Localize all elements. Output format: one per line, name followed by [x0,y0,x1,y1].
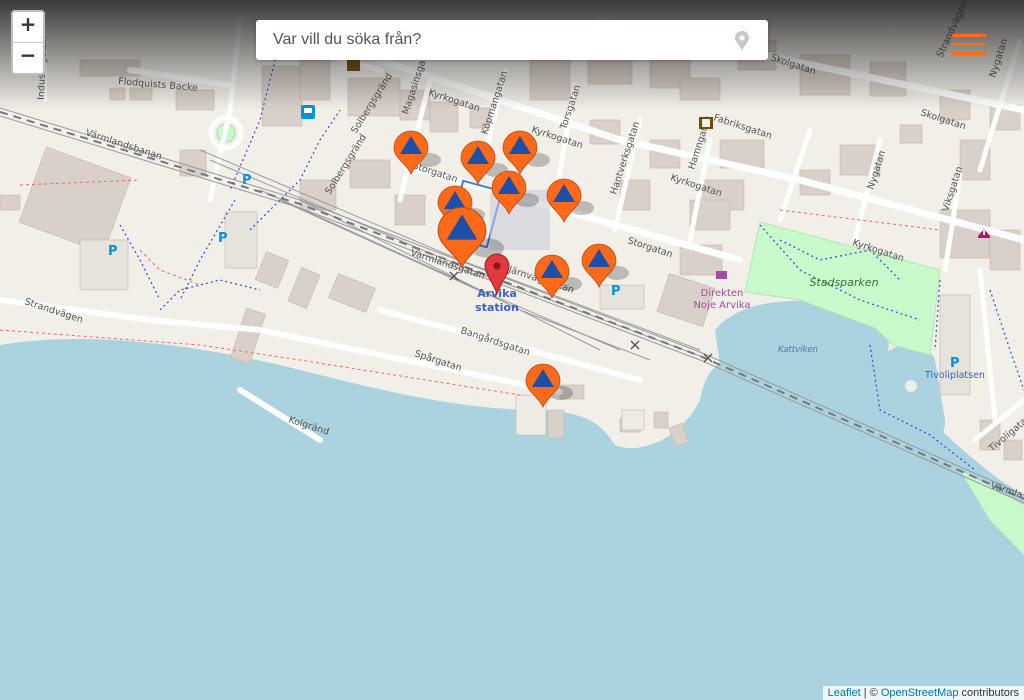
map-canvas[interactable]: Kyrkogatan Kyrkogatan Kyrkogatan Kyrkoga… [0,0,1024,700]
label-direkten-2: Noje Arvika [693,300,750,311]
zoom-out-button[interactable]: − [13,42,43,73]
menu-bar [952,43,986,46]
label-kattviken: Kattviken [778,345,818,355]
search-locate-icon[interactable] [734,31,750,51]
zoom-control: + − [11,10,45,75]
label-direkten-1: Direkten [701,288,744,299]
parking-icon: P [242,173,252,188]
parking-icon: P [108,244,118,259]
menu-bar [952,34,986,37]
parking-icon: P [218,231,228,246]
label-station-2: station [475,301,519,314]
label-tivoliplatsen: Tivoliplatsen [924,370,985,381]
hamburger-menu-icon[interactable] [952,34,986,60]
label-stadsparken: Stadsparken [809,276,878,289]
attribution-suffix: contributors [958,687,1019,699]
map-attribution: Leaflet | © OpenStreetMap contributors [822,686,1024,700]
pond-island [905,380,917,392]
search-bar [256,20,768,60]
shop-icon [716,271,727,279]
library-icon [347,59,360,71]
openstreetmap-link[interactable]: OpenStreetMap [881,687,959,699]
search-input[interactable] [256,20,728,60]
bus-stop-icon [301,105,315,119]
parking-icon: P [950,356,960,371]
parking-icon: P [611,284,621,299]
attribution-separator: | © [860,687,881,699]
leaflet-link[interactable]: Leaflet [828,687,861,699]
menu-bar [952,52,986,55]
cinema-icon [699,117,713,129]
zoom-in-button[interactable]: + [13,12,43,42]
